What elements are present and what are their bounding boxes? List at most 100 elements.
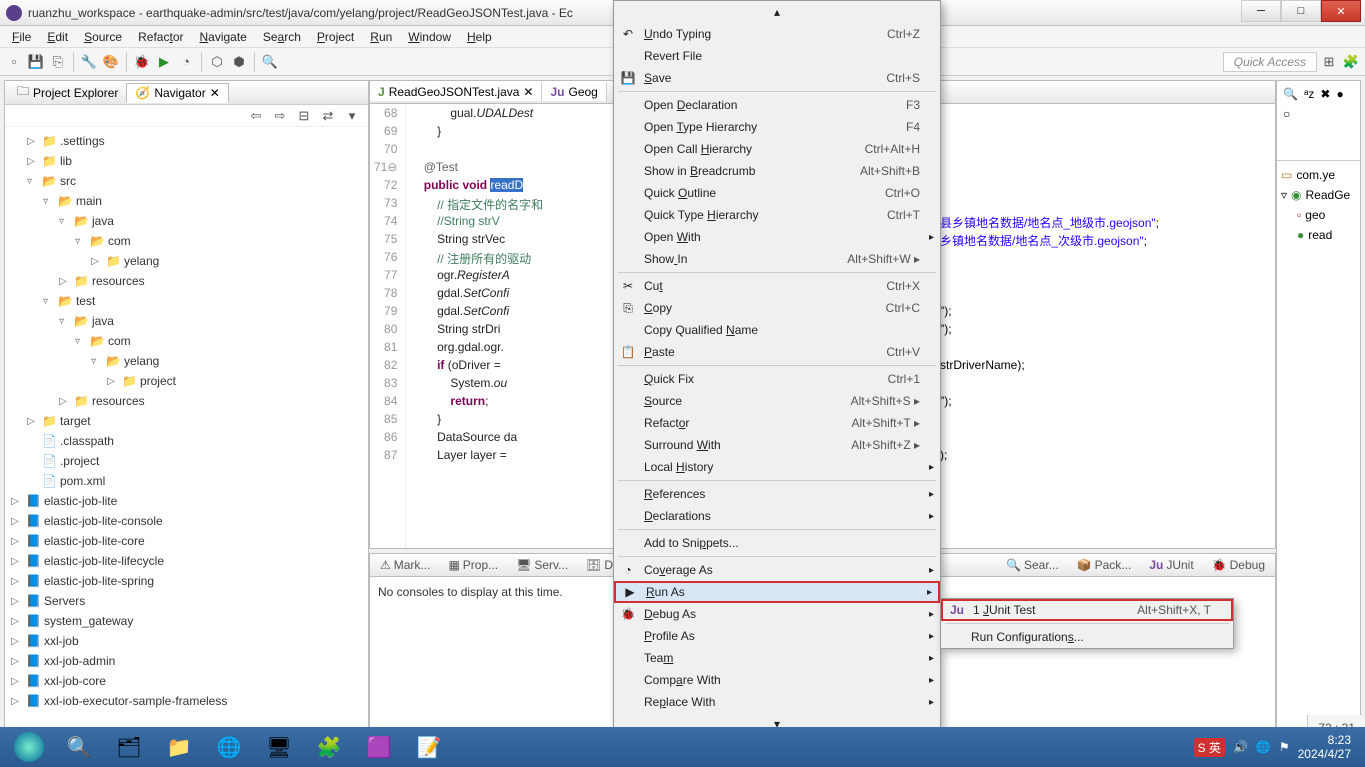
- outline-method[interactable]: ● read: [1281, 225, 1356, 245]
- search-icon[interactable]: 🔍: [260, 52, 280, 72]
- ctx-team[interactable]: Team▸: [614, 647, 940, 669]
- ctx-profile-as[interactable]: Profile As▸: [614, 625, 940, 647]
- tree-item[interactable]: ▷📘elastic-job-lite-console: [5, 511, 368, 531]
- ctx-revert-file[interactable]: Revert File: [614, 45, 940, 67]
- tree-item[interactable]: ▷📁project: [5, 371, 368, 391]
- link-icon[interactable]: ⇄: [318, 106, 338, 126]
- tab-junit[interactable]: Ju JUnit: [1143, 556, 1199, 574]
- tree-item[interactable]: 📄.project: [5, 451, 368, 471]
- tree-item[interactable]: ▷📁resources: [5, 271, 368, 291]
- tray-icon[interactable]: 🔊: [1233, 740, 1248, 754]
- project-tree[interactable]: ▷📁.settings▷📁lib▿📂src▿📂main▿📂java▿📂com▷📁…: [5, 127, 368, 736]
- tool-icon[interactable]: 🔧: [79, 52, 99, 72]
- context-menu[interactable]: ▴↶Undo TypingCtrl+ZRevert File💾SaveCtrl+…: [613, 0, 941, 736]
- ctx-refactor[interactable]: RefactorAlt+Shift+T ▸: [614, 412, 940, 434]
- ctx-compare-with[interactable]: Compare With▸: [614, 669, 940, 691]
- chrome-icon[interactable]: 🌐: [204, 729, 254, 765]
- scroll-up[interactable]: ▴: [614, 1, 940, 23]
- run-icon[interactable]: ▶: [154, 52, 174, 72]
- tree-item[interactable]: ▷📘elastic-job-lite-spring: [5, 571, 368, 591]
- ctx-surround-with[interactable]: Surround WithAlt+Shift+Z ▸: [614, 434, 940, 456]
- app-icon[interactable]: 🧩: [304, 729, 354, 765]
- tree-item[interactable]: ▷📘elastic-job-lite-lifecycle: [5, 551, 368, 571]
- ctx-references[interactable]: References▸: [614, 483, 940, 505]
- tab-search[interactable]: 🔍 Sear...: [1000, 556, 1065, 574]
- tree-item[interactable]: ▿📂com: [5, 331, 368, 351]
- search-icon[interactable]: 🔍: [54, 729, 104, 765]
- tab-servers[interactable]: 🖥 Serv...: [510, 556, 574, 574]
- tree-item[interactable]: ▿📂java: [5, 211, 368, 231]
- explorer-icon[interactable]: 🗂: [104, 729, 154, 765]
- menu-file[interactable]: File: [4, 28, 39, 46]
- ctx-open-declaration[interactable]: Open DeclarationF3: [614, 94, 940, 116]
- ctx-open-with[interactable]: Open With▸: [614, 226, 940, 248]
- perspective-javaee-icon[interactable]: 🧩: [1341, 52, 1361, 72]
- tree-item[interactable]: ▿📂main: [5, 191, 368, 211]
- ctx-source[interactable]: SourceAlt+Shift+S ▸: [614, 390, 940, 412]
- tree-item[interactable]: ▿📂src: [5, 171, 368, 191]
- tree-item[interactable]: ▷📁target: [5, 411, 368, 431]
- tab-package[interactable]: 📦 Pack...: [1071, 556, 1138, 574]
- outline-package[interactable]: ▭ com.ye: [1281, 165, 1356, 185]
- ctx-copy-qualified-name[interactable]: Copy Qualified Name: [614, 319, 940, 341]
- close-button[interactable]: ✕: [1321, 0, 1361, 22]
- eclipse-taskbar-icon[interactable]: 🟪: [354, 729, 404, 765]
- run-as-submenu[interactable]: Ju1 JUnit TestAlt+Shift+X, T Run Configur…: [940, 598, 1234, 649]
- menu-search[interactable]: Search: [255, 28, 309, 46]
- menu-project[interactable]: Project: [309, 28, 362, 46]
- tab-project-explorer[interactable]: 🗀 Project Explorer: [9, 80, 126, 105]
- ctx-coverage-as[interactable]: ◔Coverage As▸: [614, 559, 940, 581]
- ime-indicator[interactable]: S 英: [1194, 738, 1225, 757]
- tree-item[interactable]: ▷📘xxl-iob-executor-sample-frameless: [5, 691, 368, 711]
- ctx-paste[interactable]: 📋PasteCtrl+V: [614, 341, 940, 363]
- menu-icon[interactable]: ▾: [342, 106, 362, 126]
- menu-window[interactable]: Window: [400, 28, 459, 46]
- fwd-icon[interactable]: ⇨: [270, 106, 290, 126]
- tool-icon[interactable]: ○: [1283, 107, 1290, 121]
- palette-icon[interactable]: 🎨: [101, 52, 121, 72]
- folder-icon[interactable]: 📁: [154, 729, 204, 765]
- menu-refactor[interactable]: Refactor: [130, 28, 191, 46]
- tree-item[interactable]: ▿📂com: [5, 231, 368, 251]
- tree-item[interactable]: ▿📂test: [5, 291, 368, 311]
- menu-navigate[interactable]: Navigate: [191, 28, 254, 46]
- tree-item[interactable]: ▷📘xxl-job-admin: [5, 651, 368, 671]
- tree-item[interactable]: 📄.classpath: [5, 431, 368, 451]
- tree-item[interactable]: ▷📁yelang: [5, 251, 368, 271]
- ctx-copy[interactable]: ⎘CopyCtrl+C: [614, 297, 940, 319]
- tool-icon[interactable]: ✖: [1320, 87, 1330, 101]
- menu-run[interactable]: Run: [362, 28, 400, 46]
- ctx-local-history[interactable]: Local History▸: [614, 456, 940, 478]
- minimize-button[interactable]: ─: [1241, 0, 1281, 22]
- submenu-1-junit-test[interactable]: Ju1 JUnit TestAlt+Shift+X, T: [941, 599, 1233, 621]
- tree-item[interactable]: ▿📂yelang: [5, 351, 368, 371]
- saveall-icon[interactable]: ⎘: [48, 52, 68, 72]
- start-button[interactable]: [4, 729, 54, 765]
- ctx-undo-typing[interactable]: ↶Undo TypingCtrl+Z: [614, 23, 940, 45]
- tool-icon[interactable]: ᵃz: [1304, 87, 1314, 101]
- tree-item[interactable]: ▿📂java: [5, 311, 368, 331]
- ctx-replace-with[interactable]: Replace With▸: [614, 691, 940, 713]
- notepad-icon[interactable]: 📝: [404, 729, 454, 765]
- clock[interactable]: 8:23 2024/4/27: [1298, 733, 1351, 762]
- ctx-show-in-breadcrumb[interactable]: Show in BreadcrumbAlt+Shift+B: [614, 160, 940, 182]
- ctx-debug-as[interactable]: 🐞Debug As▸: [614, 603, 940, 625]
- tool-icon[interactable]: ●: [1336, 87, 1343, 101]
- ctx-open-type-hierarchy[interactable]: Open Type HierarchyF4: [614, 116, 940, 138]
- tab-navigator[interactable]: 🧭 Navigator ✕: [126, 83, 228, 103]
- save-icon[interactable]: 💾: [26, 52, 46, 72]
- tray-icon[interactable]: ⚑: [1279, 740, 1290, 754]
- menu-source[interactable]: Source: [76, 28, 130, 46]
- submenu-run-configurations-[interactable]: Run Configurations...: [941, 626, 1233, 648]
- tab-debug[interactable]: 🐞 Debug: [1206, 556, 1271, 574]
- menu-help[interactable]: Help: [459, 28, 500, 46]
- new-icon[interactable]: ▫: [4, 52, 24, 72]
- coverage-icon[interactable]: ◔: [176, 52, 196, 72]
- tray-icon[interactable]: 🌐: [1256, 740, 1271, 754]
- debug-icon[interactable]: 🐞: [132, 52, 152, 72]
- tree-item[interactable]: ▷📘Servers: [5, 591, 368, 611]
- editor-tab-readgeojson[interactable]: J ReadGeoJSONTest.java ✕: [370, 83, 542, 101]
- app-icon[interactable]: 🖥: [254, 729, 304, 765]
- tree-item[interactable]: ▷📁.settings: [5, 131, 368, 151]
- tree-item[interactable]: ▷📁lib: [5, 151, 368, 171]
